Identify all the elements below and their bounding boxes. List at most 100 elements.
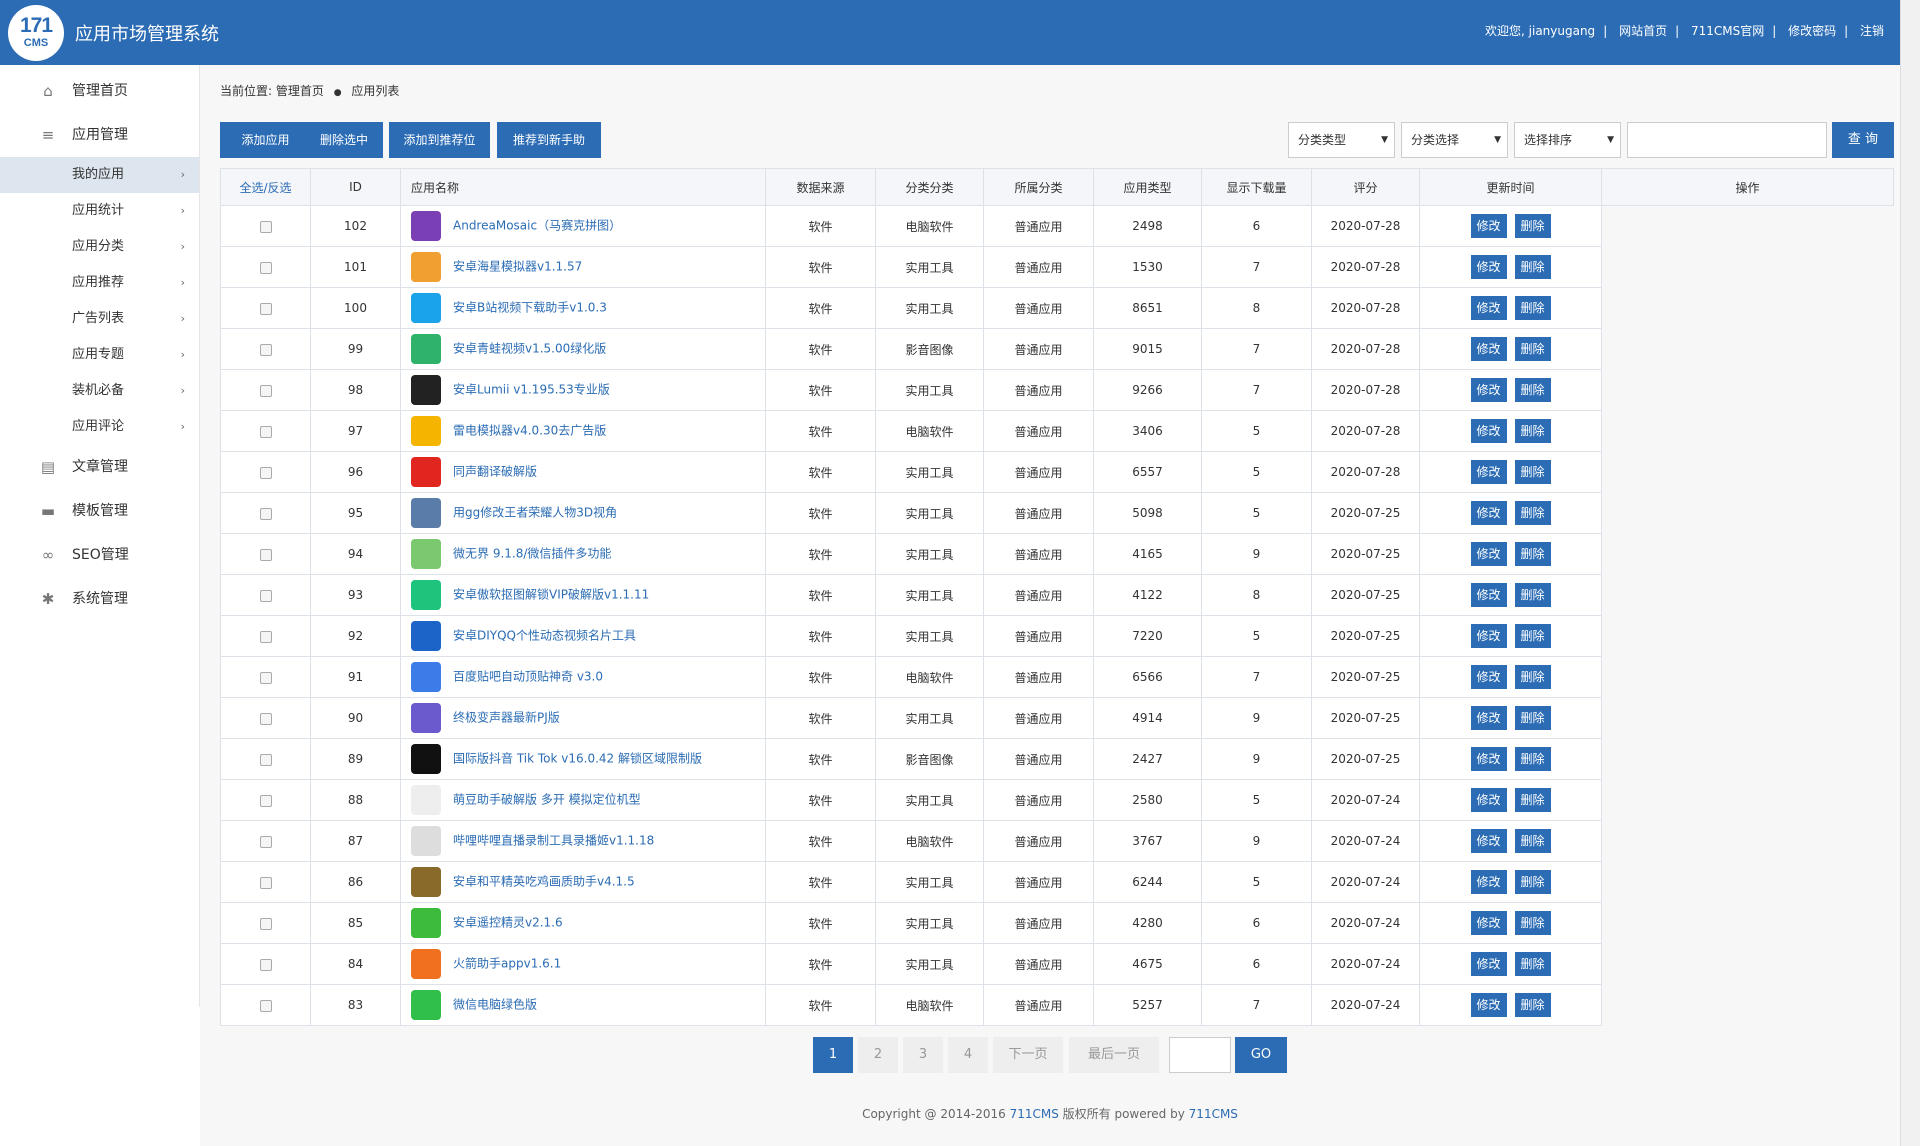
delete-selected-button[interactable]: 删除选中 bbox=[305, 122, 383, 158]
app-name-link[interactable]: 微信电脑绿色版 bbox=[453, 998, 537, 1012]
select-all-toggle[interactable]: 全选/反选 bbox=[220, 168, 311, 206]
edit-button[interactable]: 修改 bbox=[1470, 542, 1507, 566]
go-button[interactable]: GO bbox=[1235, 1037, 1287, 1073]
delete-button[interactable]: 删除 bbox=[1514, 993, 1551, 1017]
app-name-link[interactable]: 火箭助手appv1.6.1 bbox=[453, 957, 561, 971]
edit-button[interactable]: 修改 bbox=[1470, 378, 1507, 402]
delete-button[interactable]: 删除 bbox=[1514, 911, 1551, 935]
edit-button[interactable]: 修改 bbox=[1470, 501, 1507, 525]
edit-button[interactable]: 修改 bbox=[1470, 624, 1507, 648]
delete-button[interactable]: 删除 bbox=[1514, 542, 1551, 566]
edit-button[interactable]: 修改 bbox=[1470, 419, 1507, 443]
page-number-input[interactable] bbox=[1169, 1037, 1231, 1073]
footer-powered-link[interactable]: 711CMS bbox=[1189, 1107, 1238, 1121]
edit-button[interactable]: 修改 bbox=[1470, 255, 1507, 279]
edit-button[interactable]: 修改 bbox=[1470, 337, 1507, 361]
next-page-button[interactable]: 下一页 bbox=[993, 1037, 1063, 1073]
delete-button[interactable]: 删除 bbox=[1514, 337, 1551, 361]
add-to-recommend-button[interactable]: 添加到推荐位 bbox=[389, 122, 490, 158]
app-name-link[interactable]: 萌豆助手破解版 多开 模拟定位机型 bbox=[453, 793, 641, 807]
row-checkbox[interactable] bbox=[259, 999, 272, 1012]
row-checkbox[interactable] bbox=[259, 425, 272, 438]
page-2-button[interactable]: 2 bbox=[858, 1037, 898, 1073]
delete-button[interactable]: 删除 bbox=[1514, 624, 1551, 648]
row-checkbox[interactable] bbox=[259, 835, 272, 848]
app-name-link[interactable]: 安卓青蛙视频v1.5.00绿化版 bbox=[453, 342, 606, 356]
sidebar-item-my-apps[interactable]: 我的应用 › bbox=[0, 157, 199, 193]
delete-button[interactable]: 删除 bbox=[1514, 706, 1551, 730]
add-app-button[interactable]: 添加应用 bbox=[220, 122, 311, 158]
sidebar-item-article-management[interactable]: ▤ 文章管理 bbox=[0, 445, 199, 489]
delete-button[interactable]: 删除 bbox=[1514, 747, 1551, 771]
sidebar-item-must-have[interactable]: 装机必备 › bbox=[0, 373, 199, 409]
app-name-link[interactable]: 终极变声器最新PJ版 bbox=[453, 711, 560, 725]
sidebar-item-app-stats[interactable]: 应用统计 › bbox=[0, 193, 199, 229]
link-official-site[interactable]: 711CMS官网 bbox=[1691, 24, 1764, 38]
edit-button[interactable]: 修改 bbox=[1470, 870, 1507, 894]
row-checkbox[interactable] bbox=[259, 466, 272, 479]
app-name-link[interactable]: 安卓海星模拟器v1.1.57 bbox=[453, 260, 582, 274]
app-name-link[interactable]: 雷电模拟器v4.0.30去广告版 bbox=[453, 424, 606, 438]
breadcrumb-home[interactable]: 管理首页 bbox=[276, 84, 324, 98]
site-logo[interactable]: 171 CMS bbox=[8, 5, 64, 61]
app-name-link[interactable]: 百度贴吧自动顶贴神奇 v3.0 bbox=[453, 670, 603, 684]
sidebar-item-seo-management[interactable]: ∞ SEO管理 bbox=[0, 533, 199, 577]
delete-button[interactable]: 删除 bbox=[1514, 255, 1551, 279]
row-checkbox[interactable] bbox=[259, 630, 272, 643]
row-checkbox[interactable] bbox=[259, 220, 272, 233]
sidebar-item-template-management[interactable]: ▬ 模板管理 bbox=[0, 489, 199, 533]
edit-button[interactable]: 修改 bbox=[1470, 665, 1507, 689]
row-checkbox[interactable] bbox=[259, 876, 272, 889]
delete-button[interactable]: 删除 bbox=[1514, 296, 1551, 320]
page-4-button[interactable]: 4 bbox=[948, 1037, 988, 1073]
edit-button[interactable]: 修改 bbox=[1470, 911, 1507, 935]
app-name-link[interactable]: 微无界 9.1.8/微信插件多功能 bbox=[453, 547, 611, 561]
edit-button[interactable]: 修改 bbox=[1470, 583, 1507, 607]
row-checkbox[interactable] bbox=[259, 712, 272, 725]
sidebar-item-app-recommend[interactable]: 应用推荐 › bbox=[0, 265, 199, 301]
sort-select[interactable]: 选择排序 ▼ bbox=[1514, 122, 1621, 158]
row-checkbox[interactable] bbox=[259, 507, 272, 520]
edit-button[interactable]: 修改 bbox=[1470, 829, 1507, 853]
app-name-link[interactable]: 用gg修改王者荣耀人物3D视角 bbox=[453, 506, 617, 520]
sidebar-item-system-management[interactable]: ✱ 系统管理 bbox=[0, 577, 199, 621]
app-name-link[interactable]: 国际版抖音 Tik Tok v16.0.42 解锁区域限制版 bbox=[453, 752, 702, 766]
last-page-button[interactable]: 最后一页 bbox=[1069, 1037, 1159, 1073]
sidebar-item-app-comments[interactable]: 应用评论 › bbox=[0, 409, 199, 445]
link-logout[interactable]: 注销 bbox=[1860, 24, 1884, 38]
delete-button[interactable]: 删除 bbox=[1514, 583, 1551, 607]
delete-button[interactable]: 删除 bbox=[1514, 378, 1551, 402]
sidebar-item-app-management[interactable]: ≡ 应用管理 bbox=[0, 113, 199, 157]
delete-button[interactable]: 删除 bbox=[1514, 460, 1551, 484]
sidebar-item-app-category[interactable]: 应用分类 › bbox=[0, 229, 199, 265]
delete-button[interactable]: 删除 bbox=[1514, 788, 1551, 812]
recommend-mobile-button[interactable]: 推荐到新手助 bbox=[497, 122, 601, 158]
delete-button[interactable]: 删除 bbox=[1514, 870, 1551, 894]
app-name-link[interactable]: 安卓遥控精灵v2.1.6 bbox=[453, 916, 563, 930]
app-name-link[interactable]: 安卓和平精英吃鸡画质助手v4.1.5 bbox=[453, 875, 635, 889]
sidebar-item-home[interactable]: ⌂ 管理首页 bbox=[0, 69, 199, 113]
app-name-link[interactable]: 安卓DIYQQ个性动态视频名片工具 bbox=[453, 629, 636, 643]
row-checkbox[interactable] bbox=[259, 958, 272, 971]
delete-button[interactable]: 删除 bbox=[1514, 501, 1551, 525]
app-name-link[interactable]: 安卓傲软抠图解锁VIP破解版v1.1.11 bbox=[453, 588, 649, 602]
link-change-password[interactable]: 修改密码 bbox=[1788, 24, 1836, 38]
delete-button[interactable]: 删除 bbox=[1514, 665, 1551, 689]
row-checkbox[interactable] bbox=[259, 548, 272, 561]
delete-button[interactable]: 删除 bbox=[1514, 952, 1551, 976]
edit-button[interactable]: 修改 bbox=[1470, 296, 1507, 320]
edit-button[interactable]: 修改 bbox=[1470, 788, 1507, 812]
category-select[interactable]: 分类选择 ▼ bbox=[1401, 122, 1508, 158]
row-checkbox[interactable] bbox=[259, 261, 272, 274]
sidebar-item-app-topics[interactable]: 应用专题 › bbox=[0, 337, 199, 373]
edit-button[interactable]: 修改 bbox=[1470, 214, 1507, 238]
search-input[interactable] bbox=[1627, 122, 1827, 158]
search-button[interactable]: 查 询 bbox=[1832, 122, 1894, 158]
row-checkbox[interactable] bbox=[259, 671, 272, 684]
row-checkbox[interactable] bbox=[259, 753, 272, 766]
app-name-link[interactable]: 哔哩哔哩直播录制工具录播姬v1.1.18 bbox=[453, 834, 654, 848]
edit-button[interactable]: 修改 bbox=[1470, 460, 1507, 484]
delete-button[interactable]: 删除 bbox=[1514, 829, 1551, 853]
page-scrollbar[interactable] bbox=[1900, 0, 1920, 1146]
app-name-link[interactable]: 安卓Lumii v1.195.53专业版 bbox=[453, 383, 610, 397]
